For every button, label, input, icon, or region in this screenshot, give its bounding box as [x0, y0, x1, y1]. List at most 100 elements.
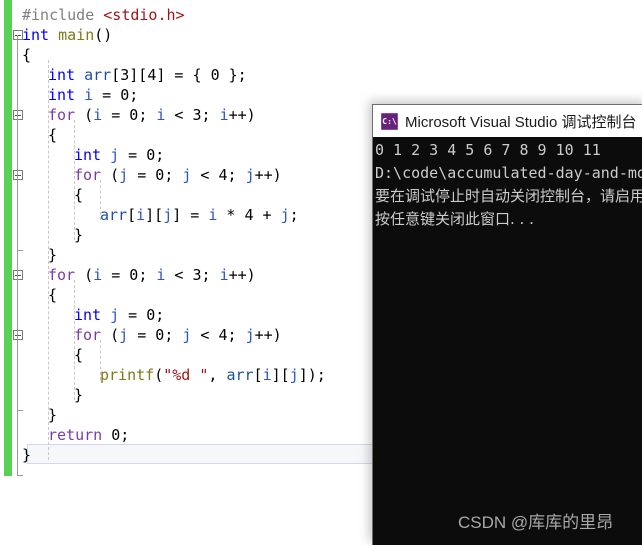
fold-collapse-icon[interactable]: [13, 170, 23, 180]
code-token: =: [93, 86, 121, 104]
fold-collapse-icon[interactable]: [13, 110, 23, 120]
code-token: j: [110, 146, 120, 164]
code-token: (: [101, 166, 120, 184]
code-token: ;: [155, 146, 165, 164]
code-line-text: int main(): [22, 25, 112, 45]
code-token: [: [127, 206, 137, 224]
code-line[interactable]: #include <stdio.h>: [0, 5, 642, 25]
code-line-text: arr[i][j] = i * 4 + j;: [100, 205, 299, 225]
code-token: (: [101, 326, 120, 344]
code-token: j: [280, 206, 290, 224]
code-token: for: [74, 166, 102, 184]
code-token: 0: [129, 266, 139, 284]
fold-region-end-tick: [17, 475, 23, 476]
code-token: 4: [218, 326, 228, 344]
code-line[interactable]: int main(): [0, 25, 642, 45]
code-token: }: [22, 446, 32, 464]
console-output-area[interactable]: 0 1 2 3 4 5 6 7 8 9 10 11 D:\code\accumul…: [373, 137, 642, 545]
code-token: main: [58, 26, 95, 44]
code-token: 0: [155, 166, 165, 184]
code-line-text: }: [22, 445, 31, 465]
code-token: j: [245, 166, 255, 184]
code-line-text: }: [48, 245, 57, 265]
code-token: ]);: [298, 366, 326, 384]
code-token: ++): [228, 106, 256, 124]
csdn-watermark: CSDN @库库的里昂: [458, 513, 614, 532]
code-token: =: [119, 306, 147, 324]
indent-guide: [74, 120, 75, 240]
fold-collapse-icon[interactable]: [13, 330, 23, 340]
code-token: 4: [218, 166, 228, 184]
code-token: <: [191, 326, 219, 344]
fold-region-connector: [17, 355, 18, 410]
code-token: ;: [138, 266, 157, 284]
code-token: ;: [227, 166, 246, 184]
code-line-text: for (i = 0; i < 3; i++): [48, 105, 256, 125]
code-token: for: [48, 106, 76, 124]
code-token: j: [119, 166, 129, 184]
code-token: printf: [100, 366, 155, 384]
code-token: i: [262, 366, 272, 384]
code-token: 0: [155, 326, 165, 344]
code-token: i: [93, 266, 103, 284]
code-token: }: [74, 226, 84, 244]
code-token: int: [74, 306, 102, 324]
fold-region-end-tick: [17, 250, 23, 251]
code-token: 3: [120, 66, 130, 84]
code-token: *: [217, 206, 245, 224]
code-token: ;: [129, 86, 139, 104]
debug-console-window[interactable]: C:\ Microsoft Visual Studio 调试控制台 0 1 2 …: [372, 104, 642, 545]
console-output-line: 按任意键关闭此窗口. . .: [375, 210, 534, 228]
console-output-line: 0 1 2 3 4 5 6 7 8 9 10 11: [375, 141, 601, 159]
code-line-text: {: [22, 45, 31, 65]
code-line[interactable]: int i = 0;: [0, 85, 642, 105]
code-token: [: [111, 66, 121, 84]
fold-collapse-icon[interactable]: [13, 270, 23, 280]
code-token: }: [48, 406, 58, 424]
code-token: <: [165, 106, 193, 124]
code-token: =: [128, 326, 156, 344]
code-token: {: [22, 46, 32, 64]
code-token: j: [119, 326, 129, 344]
code-token: ++): [228, 266, 256, 284]
code-token: <: [191, 166, 219, 184]
code-token: j: [289, 366, 299, 384]
code-line-text: {: [48, 125, 57, 145]
code-line-text: int arr[3][4] = { 0 };: [48, 65, 247, 85]
code-token: (): [94, 26, 113, 44]
console-output-line: 要在调试停止时自动关闭控制台，请启用: [375, 187, 642, 205]
code-token: for: [74, 326, 102, 344]
code-token: 0: [120, 86, 130, 104]
code-token: ;: [120, 426, 130, 444]
code-token: {: [74, 346, 84, 364]
console-output-line: D:\code\accumulated-day-and-month\2022.: [375, 164, 642, 182]
code-line-text: for (j = 0; j < 4; j++): [74, 165, 282, 185]
code-line-text: }: [48, 405, 57, 425]
indent-guide: [48, 60, 49, 460]
code-line[interactable]: int arr[3][4] = { 0 };: [0, 65, 642, 85]
code-token: j: [163, 206, 173, 224]
code-token: ][: [145, 206, 164, 224]
code-line-text: int j = 0;: [74, 305, 164, 325]
console-title-bar[interactable]: C:\ Microsoft Visual Studio 调试控制台: [373, 105, 642, 137]
code-token: =: [119, 146, 147, 164]
fold-region-connector: [17, 195, 18, 250]
code-token: (: [75, 266, 94, 284]
code-line-text: int i = 0;: [48, 85, 138, 105]
code-token: {: [48, 286, 58, 304]
code-line[interactable]: {: [0, 45, 642, 65]
code-token: #include: [22, 6, 104, 24]
code-token: int: [48, 86, 76, 104]
code-token: }: [48, 246, 58, 264]
code-line-text: for (i = 0; i < 3; i++): [48, 265, 256, 285]
code-token: int: [74, 146, 102, 164]
code-token: {: [48, 126, 58, 144]
code-token: ;: [138, 106, 157, 124]
code-token: arr: [226, 366, 254, 384]
code-token: int: [48, 66, 76, 84]
code-token: ++): [254, 166, 282, 184]
code-token: ,: [208, 366, 227, 384]
